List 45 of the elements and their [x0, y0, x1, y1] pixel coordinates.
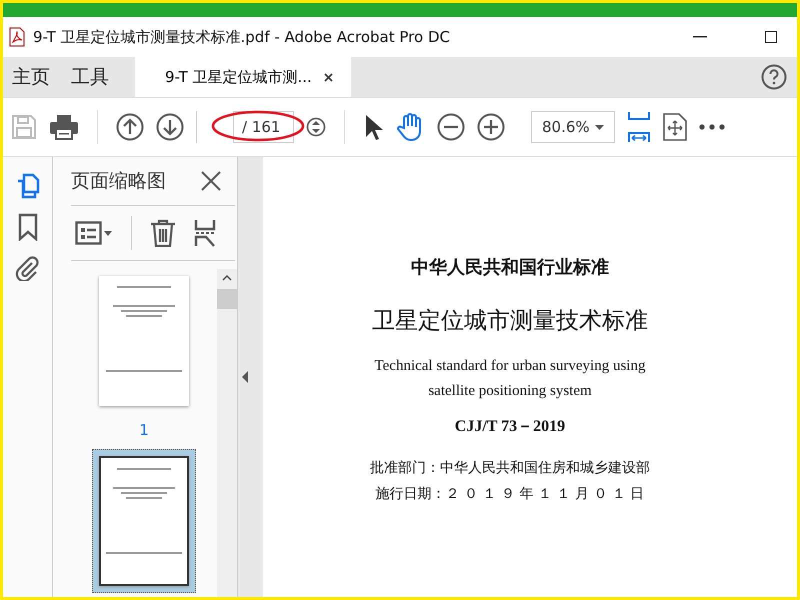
collapse-arrow-icon[interactable] — [242, 371, 248, 383]
document-heading: 中华人民共和国行业标准 — [411, 256, 609, 279]
trash-icon[interactable] — [150, 219, 176, 247]
help-icon[interactable] — [761, 64, 787, 90]
zoom-in-icon[interactable] — [477, 113, 505, 141]
page-number-label: 1 — [139, 421, 149, 439]
page-up-icon[interactable] — [116, 113, 144, 141]
bookmark-icon[interactable] — [18, 213, 38, 241]
nav-tab[interactable]: 主页 — [3, 57, 62, 97]
fit-page-icon[interactable] — [627, 111, 651, 143]
document-meta: 批准部门：中华人民共和国住房和城乡建设部 — [370, 459, 650, 478]
maximize-icon[interactable] — [765, 31, 777, 43]
more-icon[interactable] — [699, 124, 725, 130]
page-thumbnail[interactable] — [92, 449, 196, 593]
scroll-up-icon[interactable] — [222, 275, 232, 281]
tab-label: 9-T 卫星定位城市测... — [165, 68, 312, 86]
page-number-field[interactable]: / 161 — [196, 111, 294, 143]
close-icon[interactable] — [201, 171, 221, 191]
page-stepper-icon[interactable] — [306, 117, 326, 137]
insert-page-icon[interactable] — [194, 219, 216, 247]
pages-icon[interactable] — [16, 173, 40, 199]
nav-tab[interactable]: 工具 — [62, 57, 121, 97]
document-english: satellite positioning system — [428, 382, 592, 401]
pdf-file-icon — [9, 27, 25, 47]
scrollbar[interactable] — [217, 269, 237, 597]
zoom-dropdown[interactable]: 80.6% — [531, 111, 615, 143]
page-move-icon[interactable] — [663, 113, 687, 141]
print-icon[interactable] — [49, 114, 79, 140]
document-meta: 施行日期：２ ０ １ ９ 年 １ １ 月 ０ １ 日 — [376, 485, 644, 504]
panel-title: 页面缩略图 — [71, 169, 166, 194]
caret-icon — [595, 124, 604, 130]
paperclip-icon[interactable] — [14, 255, 40, 281]
minimize-icon[interactable] — [693, 36, 707, 38]
close-icon[interactable] — [324, 72, 333, 82]
document-title: 卫星定位城市测量技术标准 — [372, 307, 648, 336]
options-menu-icon[interactable] — [75, 221, 113, 245]
page-total: / 161 — [241, 118, 280, 136]
window-title: 9-T 卫星定位城市测量技术标准.pdf - Adobe Acrobat Pro DC — [33, 28, 450, 46]
zoom-out-icon[interactable] — [437, 113, 465, 141]
document-english: Technical standard for urban surveying using — [374, 357, 646, 376]
pointer-icon[interactable] — [363, 113, 383, 141]
document-code: CJJ/T 73－2019 — [454, 417, 566, 437]
document-tab[interactable]: 9-T 卫星定位城市测... — [135, 57, 351, 97]
scrollbar-thumb[interactable] — [217, 289, 237, 309]
page-down-icon[interactable] — [156, 113, 184, 141]
